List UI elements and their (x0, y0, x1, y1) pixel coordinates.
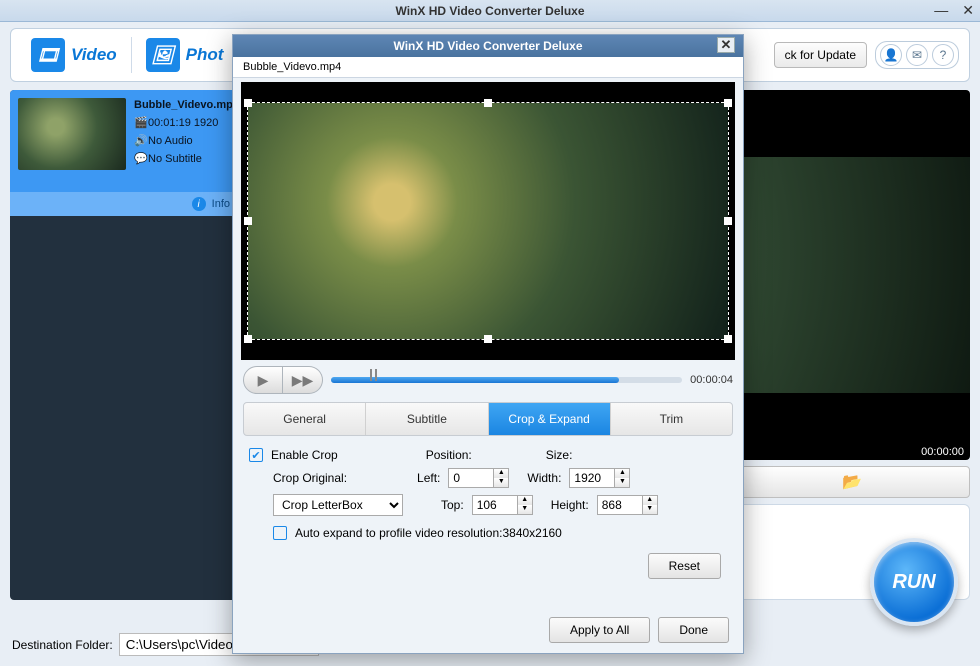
crop-frame (248, 103, 728, 339)
preview-time: 00:00:00 (921, 446, 964, 458)
close-button[interactable]: ✕ (717, 37, 735, 53)
spinner[interactable]: ▲▼ (643, 495, 658, 515)
done-button[interactable]: Done (658, 617, 729, 643)
spinner[interactable]: ▲▼ (494, 468, 509, 488)
app-title: WinX HD Video Converter Deluxe (395, 4, 584, 18)
seek-slider[interactable] (331, 377, 682, 383)
close-icon[interactable]: ✕ (962, 2, 974, 19)
folder-button[interactable]: 📂 (735, 466, 970, 498)
crop-handle[interactable] (244, 99, 252, 107)
clapper-icon: 🎬 (134, 114, 148, 132)
mail-icon[interactable]: ✉ (906, 44, 928, 66)
position-label: Position: (426, 448, 472, 462)
subtitle-icon: 💬 (134, 150, 148, 168)
play-button[interactable]: ▶ (243, 366, 283, 394)
tab-subtitle[interactable]: Subtitle (366, 403, 488, 435)
crop-handle[interactable] (484, 335, 492, 343)
thumbnail (18, 98, 126, 170)
account-icon[interactable]: 👤 (880, 44, 902, 66)
spinner[interactable]: ▲▼ (518, 495, 533, 515)
photo-label: Phot (186, 45, 224, 65)
crop-dialog: WinX HD Video Converter Deluxe ✕ Bubble_… (232, 34, 744, 654)
item-metadata: Bubble_Videvo.mp4 🎬00:01:19 1920 🔊No Aud… (134, 90, 239, 192)
crop-region[interactable] (247, 102, 729, 340)
slider-thumb[interactable] (366, 369, 382, 389)
file-list: Bubble_Videvo.mp4 🎬00:01:19 1920 🔊No Aud… (10, 90, 244, 600)
enable-crop-label: Enable Crop (271, 448, 338, 462)
width-input[interactable] (569, 468, 615, 488)
dest-label: Destination Folder: (12, 638, 113, 652)
run-button[interactable]: RUN (870, 538, 958, 626)
left-input[interactable] (448, 468, 494, 488)
height-input[interactable] (597, 495, 643, 515)
crop-original-select[interactable]: Crop LetterBox (273, 494, 403, 516)
crop-handle[interactable] (244, 335, 252, 343)
add-video-button[interactable]: 🎞 Video (21, 38, 127, 72)
info-icon: i (192, 197, 206, 211)
dialog-title: WinX HD Video Converter Deluxe (393, 39, 582, 53)
enable-crop-checkbox[interactable]: ✔ (249, 448, 263, 462)
minimize-icon[interactable]: — (934, 2, 948, 19)
tab-trim[interactable]: Trim (611, 403, 732, 435)
add-photo-button[interactable]: 🖼 Phot (136, 38, 234, 72)
tab-crop[interactable]: Crop & Expand (489, 403, 611, 435)
autoexpand-checkbox[interactable]: ✔ (273, 526, 287, 540)
list-item[interactable]: Bubble_Videvo.mp4 🎬00:01:19 1920 🔊No Aud… (10, 90, 244, 192)
tab-general[interactable]: General (244, 403, 366, 435)
ffwd-button[interactable]: ▶▶ (283, 366, 323, 394)
apply-all-button[interactable]: Apply to All (549, 617, 650, 643)
crop-handle[interactable] (724, 217, 732, 225)
filename-label: Bubble_Videvo.mp4 (134, 96, 239, 114)
audio-icon: 🔊 (134, 132, 148, 150)
crop-handle[interactable] (724, 335, 732, 343)
check-update-button[interactable]: ck for Update (774, 42, 867, 68)
info-button[interactable]: i Info (10, 192, 244, 216)
dialog-titlebar: WinX HD Video Converter Deluxe ✕ (233, 35, 743, 57)
crop-original-label: Crop Original: (273, 471, 347, 485)
main-titlebar: WinX HD Video Converter Deluxe — ✕ (0, 0, 980, 22)
video-icon: 🎞 (31, 38, 65, 72)
video-label: Video (71, 45, 117, 65)
dialog-preview (241, 82, 735, 360)
crop-handle[interactable] (244, 217, 252, 225)
top-input[interactable] (472, 495, 518, 515)
help-icon[interactable]: ? (932, 44, 954, 66)
crop-handle[interactable] (724, 99, 732, 107)
crop-handle[interactable] (484, 99, 492, 107)
separator (131, 37, 132, 73)
size-label: Size: (546, 448, 573, 462)
autoexpand-label: Auto expand to profile video resolution:… (295, 526, 562, 540)
spinner[interactable]: ▲▼ (615, 468, 630, 488)
dialog-tabs: General Subtitle Crop & Expand Trim (243, 402, 733, 436)
play-time: 00:00:04 (690, 374, 733, 386)
reset-button[interactable]: Reset (648, 553, 721, 579)
photo-icon: 🖼 (146, 38, 180, 72)
dialog-filename: Bubble_Videvo.mp4 (233, 57, 743, 78)
